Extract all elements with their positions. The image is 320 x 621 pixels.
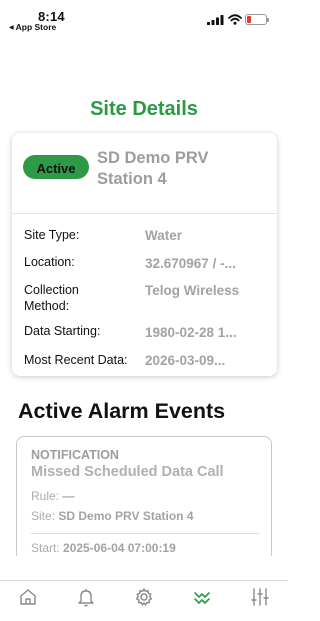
cellular-signal-icon [207, 15, 224, 25]
sliders-icon [251, 588, 269, 606]
detail-label-most-recent-data: Most Recent Data: [24, 353, 128, 367]
detail-label-collection-method: Collection Method: [24, 283, 79, 313]
page-title: Site Details [90, 98, 198, 120]
tab-alarms[interactable] [75, 586, 97, 608]
tab-filters[interactable] [249, 586, 271, 608]
status-badge: Active [23, 155, 89, 179]
tab-home[interactable] [17, 586, 39, 608]
detail-value-location: 32.670967 / -... [145, 256, 236, 271]
wave-chevron-icon [194, 592, 210, 604]
alarm-start-label: Start: [31, 541, 60, 555]
wifi-icon [228, 14, 242, 25]
alarm-divider [31, 533, 259, 534]
alarm-rule-label: Rule: [31, 489, 60, 503]
detail-value-most-recent-data: 2026-03-09... [145, 353, 226, 368]
alarm-rule-value: — [62, 489, 75, 503]
alarm-site: Site: SD Demo PRV Station 4 [31, 509, 194, 523]
alarm-site-label: Site: [31, 509, 56, 523]
back-to-app-store-link[interactable]: ◀ App Store [9, 22, 56, 32]
status-bar: 8:14 ◀ App Store [0, 0, 288, 40]
battery-level [247, 16, 251, 23]
back-to-app-store-label: App Store [15, 22, 57, 32]
alarm-title: Missed Scheduled Data Call [31, 464, 224, 480]
site-details-card: Active SD Demo PRV Station 4 Site Type: … [12, 133, 277, 376]
detail-value-data-starting: 1980-02-28 1... [145, 325, 237, 340]
scroll-fade [0, 556, 288, 580]
alarm-start: Start: 2025-06-04 07:00:19 [31, 541, 176, 555]
alarm-start-value: 2025-06-04 07:00:19 [63, 541, 176, 555]
tab-trends[interactable] [191, 586, 213, 608]
triangle-left-icon: ◀ [9, 24, 14, 31]
alarm-type: NOTIFICATION [31, 448, 119, 462]
alarm-rule: Rule: — [31, 489, 74, 503]
gear-icon [135, 588, 153, 606]
active-alarm-events-heading: Active Alarm Events [18, 399, 226, 423]
detail-label-site-type: Site Type: [24, 228, 80, 242]
detail-value-collection-method: Telog Wireless [145, 283, 240, 298]
home-icon [20, 589, 36, 605]
tab-settings[interactable] [133, 586, 155, 608]
bell-icon [78, 589, 94, 607]
tab-bar [0, 580, 288, 621]
card-divider [12, 213, 277, 214]
detail-value-site-type: Water [145, 228, 183, 243]
battery-icon [245, 14, 269, 25]
alarm-site-value: SD Demo PRV Station 4 [58, 509, 194, 523]
site-name: SD Demo PRV Station 4 [97, 149, 209, 188]
detail-label-data-starting: Data Starting: [24, 324, 101, 338]
detail-label-location: Location: [24, 255, 75, 269]
